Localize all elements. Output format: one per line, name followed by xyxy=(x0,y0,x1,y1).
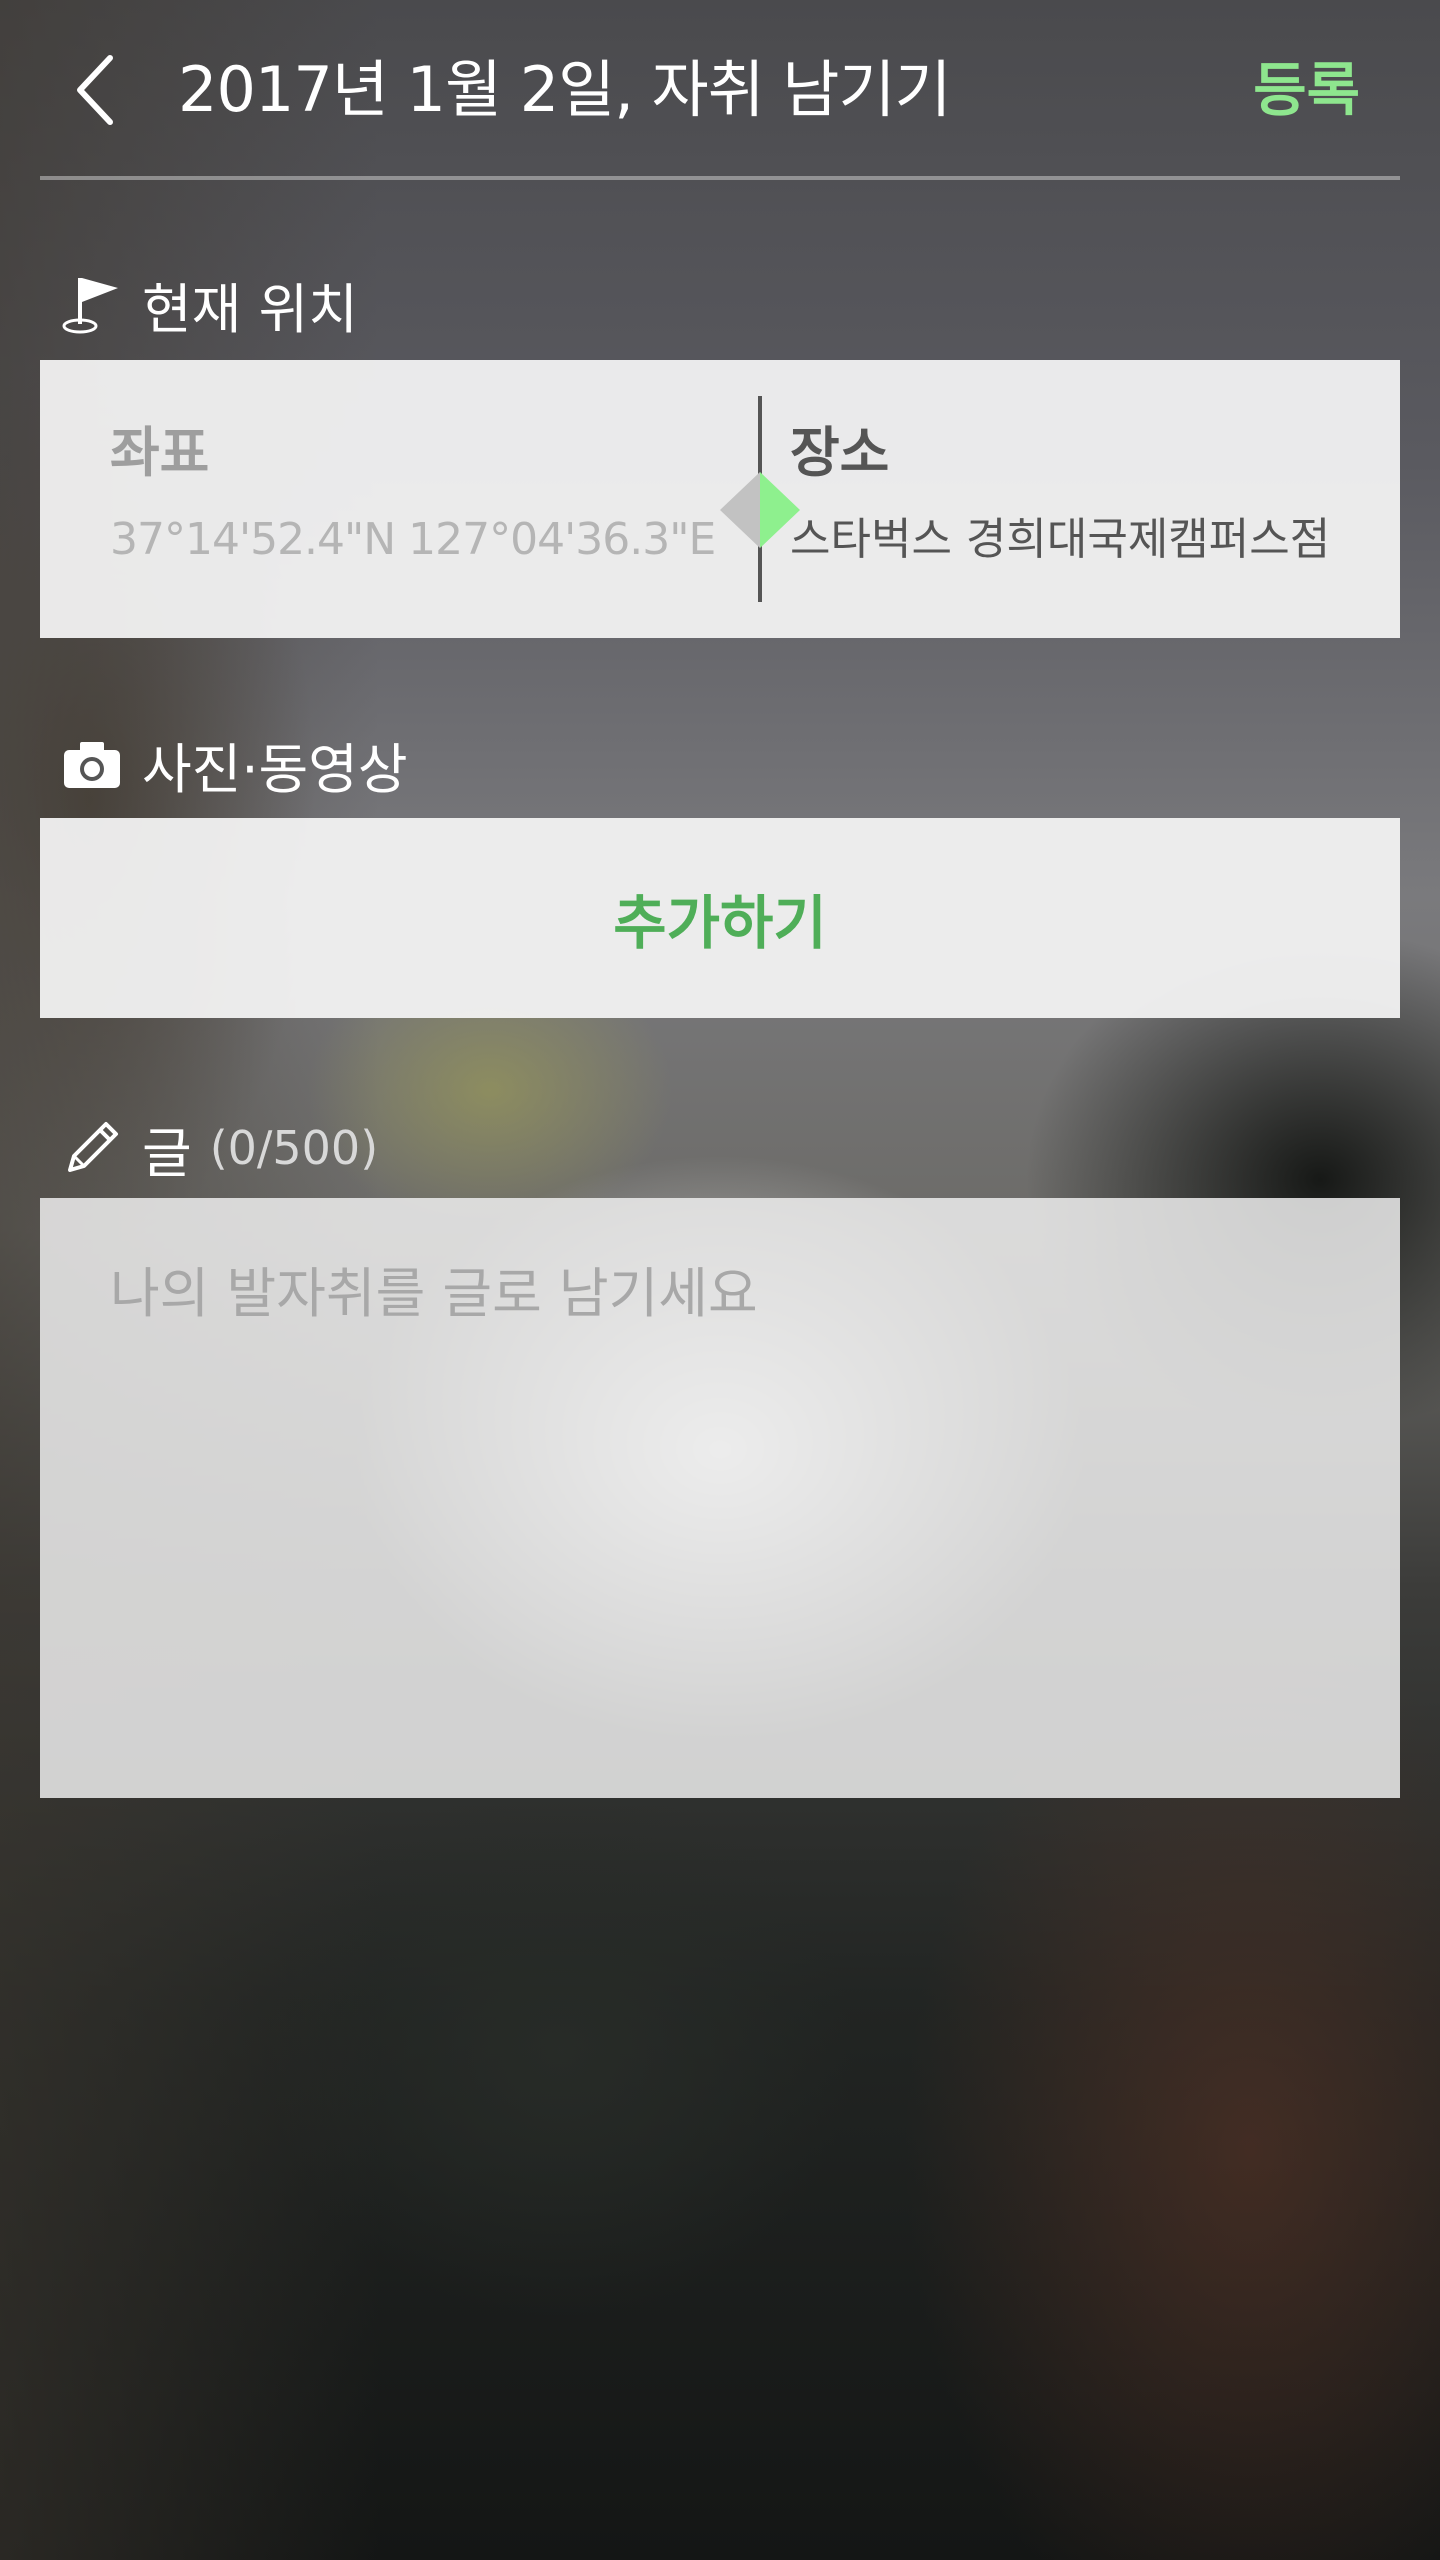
page-title: 2017년 1월 2일, 자취 남기기 xyxy=(178,53,952,126)
media-section-title: 사진·동영상 xyxy=(142,737,408,801)
flag-icon xyxy=(60,272,124,336)
camera-icon xyxy=(60,732,124,796)
text-section-title: 글 xyxy=(142,1121,192,1185)
place-title: 장소 xyxy=(790,421,890,484)
location-section-title: 현재 위치 xyxy=(142,277,358,341)
location-card: 좌표 37°14'52.4"N 127°04'36.3"E 장소 스타벅스 경희… xyxy=(40,360,1400,638)
media-card: 추가하기 xyxy=(40,818,1400,1018)
place-value: 스타벅스 경희대국제캠퍼스점 xyxy=(790,514,1331,565)
register-button[interactable]: 등록 xyxy=(1253,42,1360,138)
header-divider xyxy=(40,176,1400,180)
pencil-icon xyxy=(60,1116,124,1180)
char-count: (0/500) xyxy=(209,1121,379,1175)
back-button[interactable] xyxy=(50,40,140,140)
memo-textarea[interactable]: 나의 발자취를 글로 남기세요 xyxy=(110,1258,1330,1738)
coordinates-option[interactable]: 좌표 37°14'52.4"N 127°04'36.3"E xyxy=(110,418,716,570)
location-section-label: 현재 위치 xyxy=(60,264,358,344)
place-option[interactable]: 장소 스타벅스 경희대국제캠퍼스점 xyxy=(790,418,1330,570)
chevron-left-icon xyxy=(77,55,113,125)
coordinates-title: 좌표 xyxy=(110,421,210,484)
coordinates-value: 37°14'52.4"N 127°04'36.3"E xyxy=(110,514,716,565)
top-bar: 2017년 1월 2일, 자취 남기기 등록 xyxy=(0,0,1440,180)
add-media-button[interactable]: 추가하기 xyxy=(613,876,826,960)
text-card: 나의 발자취를 글로 남기세요 xyxy=(40,1198,1400,1798)
media-section-label: 사진·동영상 xyxy=(60,724,408,804)
text-section-label: 글 (0/500) xyxy=(60,1108,378,1188)
